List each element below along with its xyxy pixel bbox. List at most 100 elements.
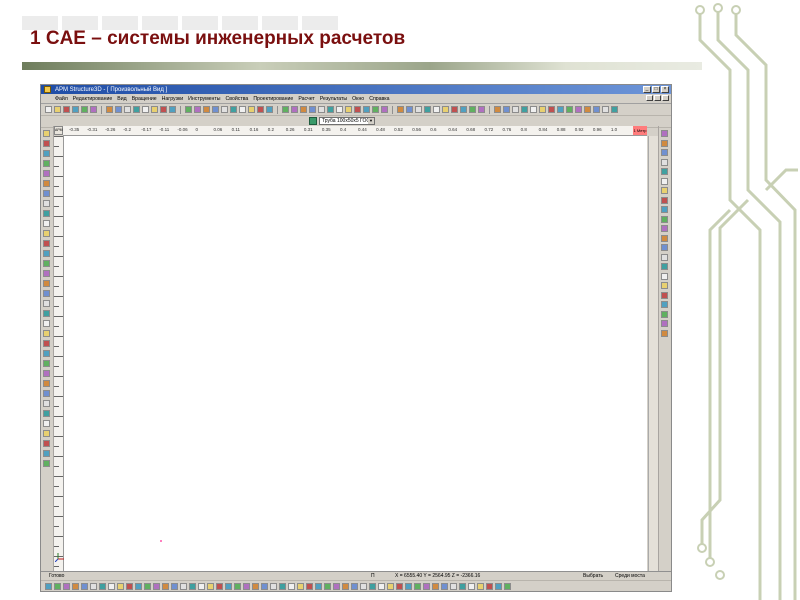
toolbar-button[interactable]	[442, 106, 449, 113]
close-icon[interactable]: ×	[661, 86, 669, 93]
bottom-toolbar-button[interactable]	[45, 582, 52, 590]
bottom-toolbar-button[interactable]	[288, 582, 295, 590]
left-toolbar-button[interactable]	[43, 160, 50, 167]
left-toolbar-button[interactable]	[43, 320, 50, 327]
bottom-toolbar-button[interactable]	[99, 582, 106, 590]
right-toolbar-button[interactable]	[661, 272, 668, 280]
left-toolbar-button[interactable]	[43, 360, 50, 367]
bottom-toolbar-button[interactable]	[378, 582, 385, 590]
toolbar-button[interactable]	[142, 106, 149, 113]
bottom-toolbar-button[interactable]	[54, 582, 61, 590]
left-toolbar-button[interactable]	[43, 180, 50, 187]
bottom-toolbar-button[interactable]	[135, 582, 142, 590]
right-toolbar-button[interactable]	[661, 139, 668, 147]
left-toolbar-button[interactable]	[43, 380, 50, 387]
bottom-toolbar-button[interactable]	[189, 582, 196, 590]
bottom-toolbar-button[interactable]	[162, 582, 169, 590]
bottom-toolbar-button[interactable]	[144, 582, 151, 590]
bottom-toolbar-button[interactable]	[333, 582, 340, 590]
toolbar-button[interactable]	[363, 106, 370, 113]
toolbar-button[interactable]	[291, 106, 298, 113]
mdi-minimize-icon[interactable]	[646, 95, 653, 101]
left-toolbar-button[interactable]	[43, 390, 50, 397]
toolbar-button[interactable]	[397, 106, 404, 113]
left-toolbar-button[interactable]	[43, 460, 50, 467]
left-toolbar-button[interactable]	[43, 350, 50, 357]
bottom-toolbar-button[interactable]	[225, 582, 232, 590]
left-toolbar-button[interactable]	[43, 230, 50, 237]
right-toolbar-button[interactable]	[661, 168, 668, 175]
toolbar-button[interactable]	[169, 106, 176, 113]
toolbar-button[interactable]	[106, 106, 113, 113]
menu-tools[interactable]: Инструменты	[188, 96, 220, 102]
toolbar-button[interactable]	[318, 106, 325, 113]
toolbar-button[interactable]	[327, 106, 334, 113]
bottom-toolbar-button[interactable]	[342, 582, 349, 590]
left-toolbar-button[interactable]	[43, 260, 50, 267]
bottom-toolbar-button[interactable]	[270, 582, 277, 590]
right-toolbar-button[interactable]	[661, 130, 668, 137]
bottom-toolbar-button[interactable]	[252, 582, 259, 590]
toolbar-button[interactable]	[406, 106, 413, 113]
section-combo[interactable]: Труба 100x50x5 ГОСТ ▼	[319, 117, 375, 125]
right-toolbar-button[interactable]	[661, 263, 668, 270]
right-toolbar-button[interactable]	[661, 187, 668, 194]
bottom-toolbar-button[interactable]	[432, 582, 439, 590]
bottom-toolbar-button[interactable]	[171, 582, 178, 590]
toolbar-button[interactable]	[512, 106, 519, 113]
left-toolbar-button[interactable]	[43, 240, 50, 247]
toolbar-button[interactable]	[372, 106, 379, 113]
toolbar-button[interactable]	[72, 106, 79, 113]
toolbar-button[interactable]	[381, 106, 388, 113]
minimize-icon[interactable]: _	[643, 86, 651, 93]
toolbar-button[interactable]	[45, 106, 52, 113]
bottom-toolbar-button[interactable]	[180, 582, 187, 590]
bottom-toolbar-button[interactable]	[495, 582, 502, 590]
right-toolbar-button[interactable]	[661, 234, 668, 242]
bottom-toolbar-button[interactable]	[486, 582, 493, 590]
bottom-toolbar-button[interactable]	[387, 582, 394, 590]
bottom-toolbar-button[interactable]	[279, 582, 286, 590]
left-toolbar-button[interactable]	[43, 400, 50, 407]
bottom-toolbar-button[interactable]	[405, 582, 412, 590]
right-toolbar-button[interactable]	[661, 320, 668, 327]
toolbar-button[interactable]	[239, 106, 246, 113]
left-toolbar-button[interactable]	[43, 430, 50, 437]
toolbar-button[interactable]	[194, 106, 201, 113]
toolbar-button[interactable]	[424, 106, 431, 113]
vertical-scrollbar[interactable]	[648, 136, 658, 572]
left-toolbar-button[interactable]	[43, 140, 50, 147]
right-toolbar-button[interactable]	[661, 215, 668, 223]
left-toolbar-button[interactable]	[43, 200, 50, 207]
bottom-toolbar-button[interactable]	[360, 582, 367, 590]
right-toolbar-button[interactable]	[661, 310, 668, 318]
bottom-toolbar-button[interactable]	[108, 582, 115, 590]
toolbar-button[interactable]	[469, 106, 476, 113]
toolbar-button[interactable]	[90, 106, 97, 113]
toolbar-button[interactable]	[521, 106, 528, 113]
mdi-close-icon[interactable]	[662, 95, 669, 101]
toolbar-button[interactable]	[282, 106, 289, 113]
bottom-toolbar-button[interactable]	[72, 582, 79, 590]
toolbar-button[interactable]	[494, 106, 501, 113]
toolbar-button[interactable]	[433, 106, 440, 113]
chevron-down-icon[interactable]: ▼	[368, 118, 374, 124]
bottom-toolbar-button[interactable]	[90, 582, 97, 590]
bottom-toolbar-button[interactable]	[234, 582, 241, 590]
bottom-toolbar-button[interactable]	[117, 582, 124, 590]
right-toolbar-button[interactable]	[661, 149, 668, 156]
bottom-toolbar-button[interactable]	[243, 582, 250, 590]
toolbar-button[interactable]	[593, 106, 600, 113]
left-toolbar-button[interactable]	[43, 170, 50, 177]
left-toolbar-button[interactable]	[43, 340, 50, 347]
bottom-toolbar-button[interactable]	[126, 582, 133, 590]
right-toolbar-button[interactable]	[661, 282, 668, 289]
toolbar-button[interactable]	[460, 106, 467, 113]
toolbar-button[interactable]	[203, 106, 210, 113]
toolbar-button[interactable]	[451, 106, 458, 113]
right-toolbar-button[interactable]	[661, 291, 668, 299]
toolbar-button[interactable]	[557, 106, 564, 113]
left-toolbar-button[interactable]	[43, 330, 50, 337]
toolbar-button[interactable]	[575, 106, 582, 113]
left-toolbar-button[interactable]	[43, 420, 50, 427]
